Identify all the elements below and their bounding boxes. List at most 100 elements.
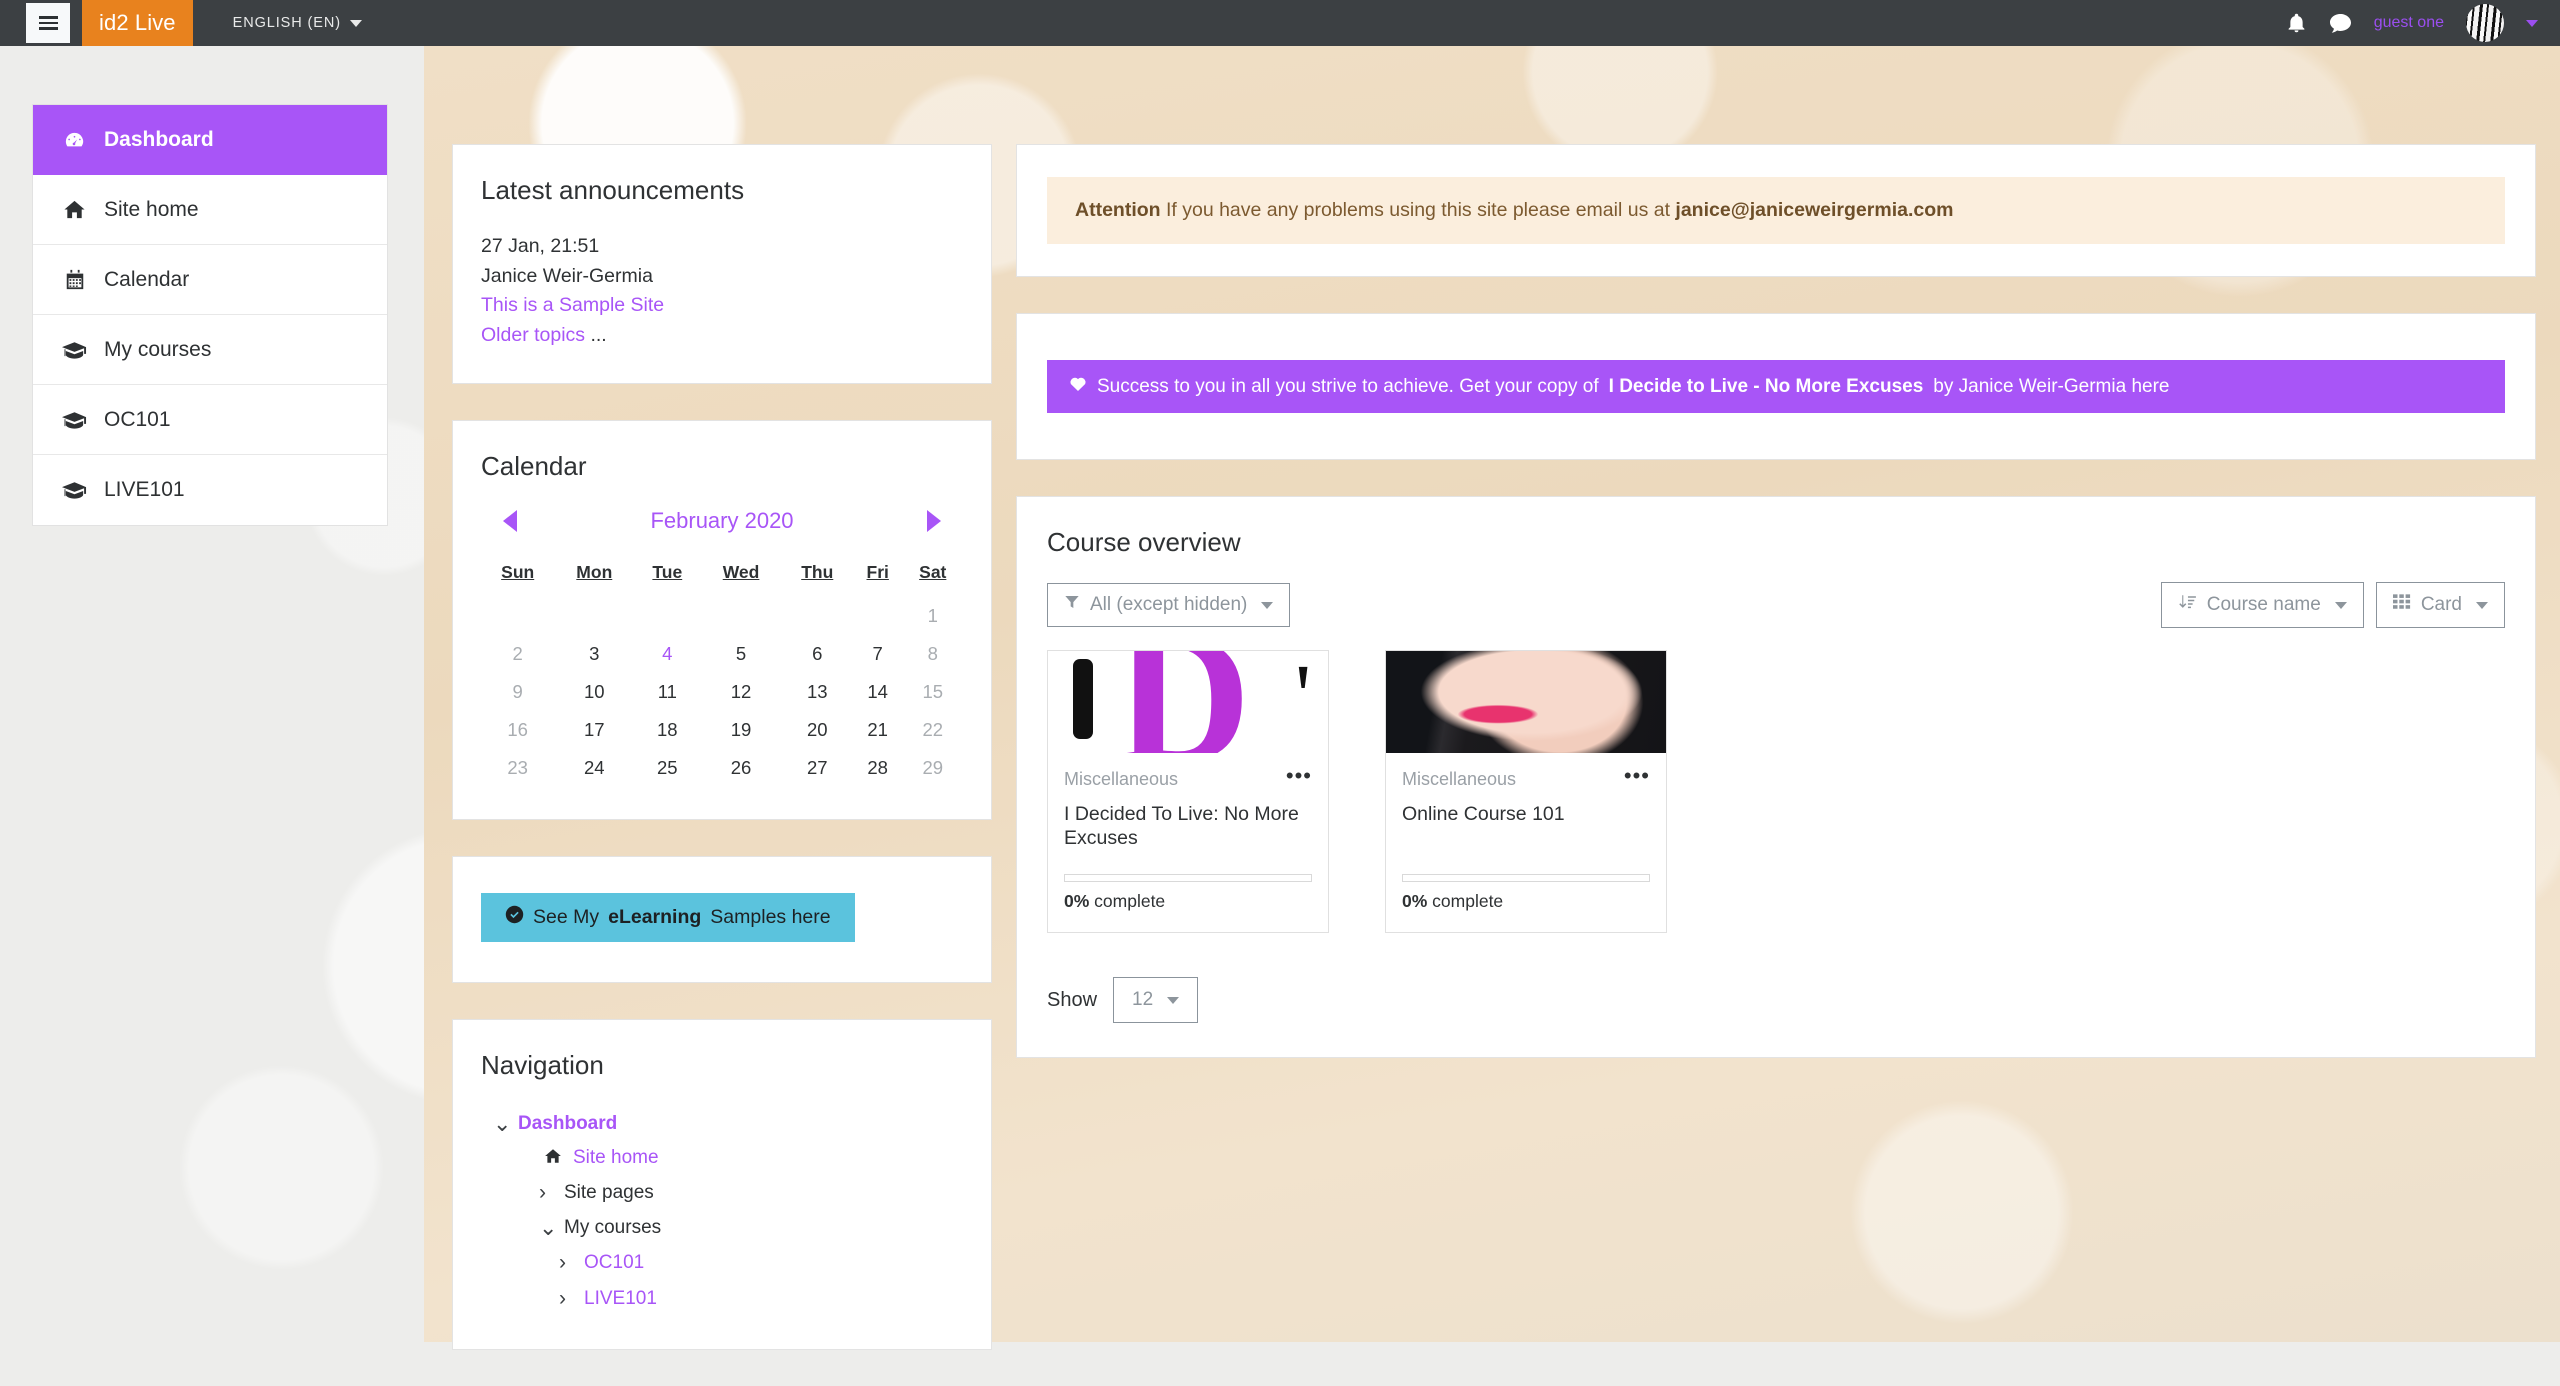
calendar-body: 1234567891011121314151617181920212223242… [481,597,963,787]
calendar-grid: SunMonTueWedThuFriSat 123456789101112131… [481,554,963,787]
nav-tree-item-oc101[interactable]: › OC101 [481,1245,963,1281]
check-circle-icon [505,905,524,930]
course-card[interactable]: ' Miscellaneous ••• I Decided To Live: N… [1047,650,1329,933]
calendar-day[interactable]: 28 [853,749,903,787]
calendar-day[interactable]: 5 [700,635,781,673]
language-selector[interactable]: ENGLISH (EN) [233,15,362,31]
sidebar-item-label: OC101 [104,408,171,432]
ellipsis-icon[interactable]: ••• [1624,769,1650,782]
calendar-day[interactable]: 13 [782,673,853,711]
calendar-day[interactable]: 8 [903,635,963,673]
older-topics-link[interactable]: Older topics [481,324,585,346]
course-display-dropdown[interactable]: Card [2376,582,2505,628]
hamburger-menu-icon[interactable] [26,3,70,43]
calendar-day[interactable]: 6 [782,635,853,673]
calendar-day[interactable]: 18 [634,711,700,749]
chevron-right-icon[interactable]: › [559,1251,573,1275]
caret-right-icon[interactable] [927,510,941,532]
calendar-day[interactable]: 2 [481,635,554,673]
chevron-down-icon[interactable]: ⌄ [539,1223,553,1233]
chevron-right-icon[interactable]: › [559,1287,573,1311]
calendar-weekday[interactable]: Mon [554,554,634,597]
home-icon [61,198,88,221]
calendar-day[interactable]: 4 [634,635,700,673]
brand-logo[interactable]: id2 Live [82,0,193,46]
calendar-day[interactable]: 26 [700,749,781,787]
sidebar-item-my-courses[interactable]: My courses [33,315,387,385]
calendar-day[interactable]: 19 [700,711,781,749]
announcement-subject-link[interactable]: This is a Sample Site [481,291,963,321]
calendar-weekday[interactable]: Sun [481,554,554,597]
calendar-day[interactable]: 21 [853,711,903,749]
calendar-weekday[interactable]: Wed [700,554,781,597]
calendar-day[interactable]: 29 [903,749,963,787]
calendar-day[interactable]: 14 [853,673,903,711]
chevron-right-icon[interactable]: › [539,1181,553,1205]
sidebar-item-dashboard[interactable]: Dashboard [33,105,387,175]
calendar-day[interactable]: 12 [700,673,781,711]
calendar-day[interactable]: 15 [903,673,963,711]
calendar-day[interactable]: 10 [554,673,634,711]
calendar-week-row: 1 [481,597,963,635]
calendar-day[interactable]: 9 [481,673,554,711]
nav-tree-item-site-home[interactable]: Site home [481,1141,963,1175]
caret-left-icon[interactable] [503,510,517,532]
calendar-day[interactable]: 24 [554,749,634,787]
graduation-cap-icon [61,410,88,430]
attention-text: If you have any problems using this site… [1161,199,1676,221]
book-promo-banner[interactable]: Success to you in all you strive to achi… [1047,360,2505,413]
nav-tree-item-live101[interactable]: ›LIVE101 [481,1281,963,1317]
calendar-day-empty [554,597,634,635]
sidebar-item-site-home[interactable]: Site home [33,175,387,245]
course-name[interactable]: Online Course 101 [1402,802,1650,852]
show-count-dropdown[interactable]: 12 [1113,977,1198,1023]
calendar-day[interactable]: 1 [903,597,963,635]
avatar[interactable] [2466,4,2504,42]
calendar-weekday[interactable]: Fri [853,554,903,597]
sidebar-item-live101[interactable]: LIVE101 [33,455,387,525]
ellipsis-icon[interactable]: ••• [1286,769,1312,782]
message-bubble-icon[interactable] [2329,13,2352,34]
calendar-day[interactable]: 17 [554,711,634,749]
notification-bell-icon[interactable] [2286,12,2307,35]
nav-tree-item-dashboard[interactable]: ⌄Dashboard [481,1107,963,1141]
older-topics-row: Older topics ... [481,321,963,351]
calendar-weekday[interactable]: Thu [782,554,853,597]
block-title: Calendar [481,451,963,482]
calendar-day[interactable]: 27 [782,749,853,787]
elearning-samples-button[interactable]: See My eLearning Samples here [481,893,855,942]
calendar-day[interactable]: 7 [853,635,903,673]
announcement-date: 27 Jan, 21:51 [481,232,963,262]
calendar-day[interactable]: 11 [634,673,700,711]
attention-bold-label: Attention [1075,199,1161,221]
course-sort-dropdown[interactable]: Course name [2161,582,2364,628]
sidebar-item-label: My courses [104,338,211,362]
calendar-week-row: 9101112131415 [481,673,963,711]
calendar-weekday[interactable]: Sat [903,554,963,597]
course-card[interactable]: Miscellaneous ••• Online Course 101 0% c… [1385,650,1667,933]
chevron-down-icon[interactable]: ⌄ [493,1119,507,1129]
sidebar-item-oc101[interactable]: OC101 [33,385,387,455]
nav-tree-item-site-pages[interactable]: ›Site pages [481,1175,963,1211]
graduation-cap-icon [61,480,88,500]
attention-email[interactable]: janice@janiceweirgermia.com [1675,199,1953,221]
calendar-day[interactable]: 16 [481,711,554,749]
calendar-week-row: 16171819202122 [481,711,963,749]
calendar-weekday[interactable]: Tue [634,554,700,597]
calendar-block: Calendar February 2020 SunMonTueWedThuFr… [452,420,992,820]
calendar-day[interactable]: 20 [782,711,853,749]
user-name-link[interactable]: guest one [2374,14,2444,32]
nav-tree-item-my-courses[interactable]: ⌄My courses [481,1211,963,1245]
user-menu-chevron-down-icon[interactable] [2526,20,2538,27]
calendar-day[interactable]: 23 [481,749,554,787]
calendar-month-label[interactable]: February 2020 [650,508,793,534]
filter-funnel-icon [1064,594,1080,616]
woman-portrait-image [1386,651,1666,753]
nav-tree-item-label: OC101 [584,1252,644,1274]
calendar-day[interactable]: 22 [903,711,963,749]
course-name[interactable]: I Decided To Live: No More Excuses [1064,802,1312,852]
course-filter-dropdown[interactable]: All (except hidden) [1047,583,1290,627]
calendar-day[interactable]: 25 [634,749,700,787]
sidebar-item-calendar[interactable]: Calendar [33,245,387,315]
calendar-day[interactable]: 3 [554,635,634,673]
